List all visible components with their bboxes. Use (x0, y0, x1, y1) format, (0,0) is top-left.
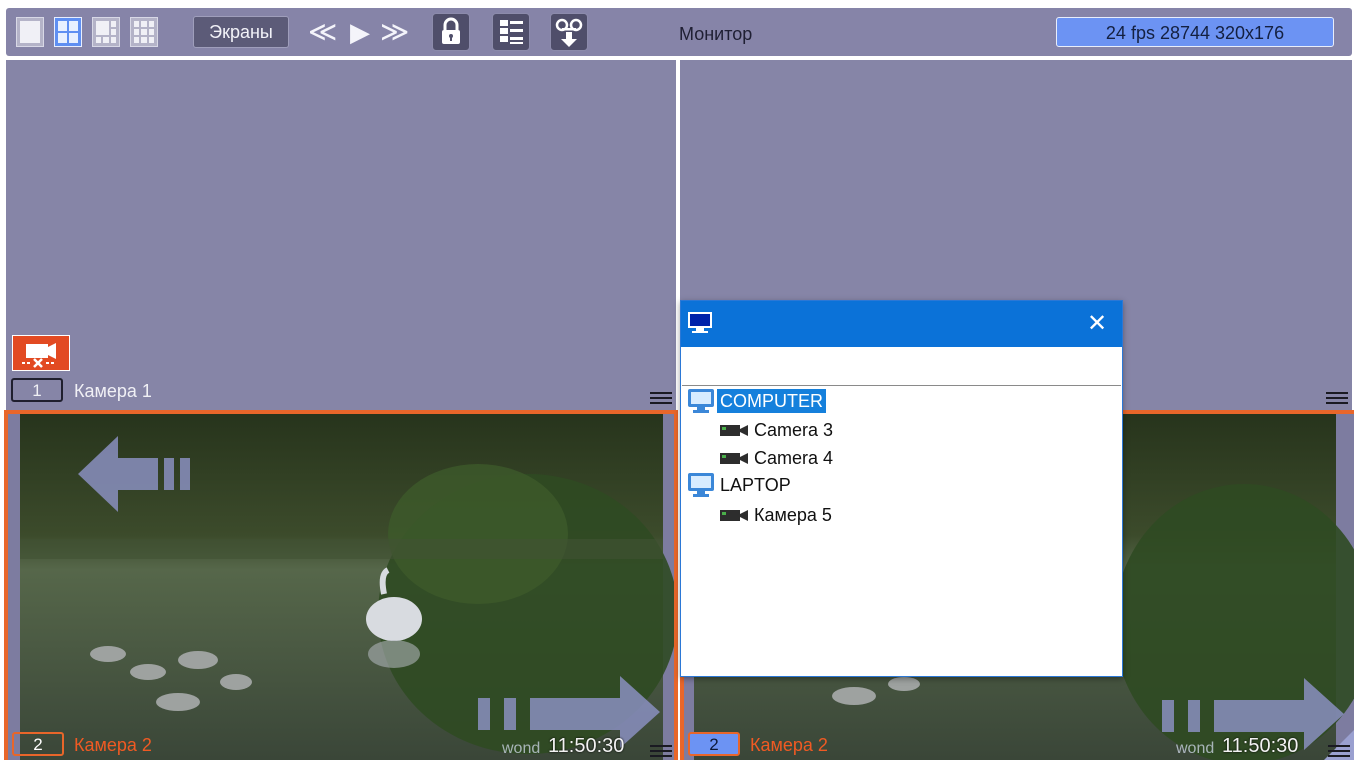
hamburger-menu-icon[interactable] (1328, 742, 1350, 760)
close-icon[interactable]: ✕ (1079, 307, 1115, 341)
camera-disconnected-icon (12, 335, 70, 371)
lock-icon (442, 17, 460, 44)
layout-1plus5-button[interactable] (92, 17, 120, 47)
camera-icon (720, 453, 748, 464)
camera-video-frame (8, 414, 674, 760)
camera-select-popup: ✕ COMPUTER Camera 3 Camera 4 LAPTOP Каме… (680, 300, 1123, 677)
monitor-title: Монитор (679, 24, 753, 44)
layout-2x2-button[interactable] (54, 17, 82, 47)
camera-name-label: Камера 2 (750, 735, 828, 755)
list-icon (500, 20, 523, 44)
lock-button[interactable] (432, 13, 470, 51)
tree-item-label: LAPTOP (720, 475, 791, 495)
grid-2x2-icon (55, 18, 81, 46)
layout-1x1-button[interactable] (16, 17, 44, 47)
grid-3x3-icon (131, 18, 157, 46)
events-list-button[interactable] (492, 13, 530, 51)
hamburger-menu-icon[interactable] (650, 389, 672, 407)
camera-icon (720, 510, 748, 521)
rewind-icon[interactable]: ≪ (308, 16, 337, 48)
camera-name-label: Камера 2 (74, 735, 152, 755)
tree-item-camera[interactable]: Camera 3 (719, 417, 836, 443)
camera-name-label: Камера 1 (74, 381, 152, 401)
video-tile-3[interactable]: 2 Камера 2 wond 11:50:30 (4, 410, 678, 760)
tree-item-computer[interactable]: COMPUTER (687, 388, 826, 414)
screens-button[interactable]: Экраны (193, 16, 289, 48)
tree-item-label: COMPUTER (717, 389, 826, 413)
layout-3x3-button[interactable] (130, 17, 158, 47)
tree-item-camera[interactable]: Camera 4 (719, 445, 836, 471)
tile-number-badge: 2 (688, 732, 740, 756)
popup-title-bar: ✕ (681, 301, 1122, 347)
single-view-icon (17, 18, 43, 46)
fps-status-display: 24 fps 28744 320x176 (1056, 17, 1334, 47)
monitor-toolbar: Экраны ≪ ▶ ≫ Монитор 24 fps 28744 320x17… (6, 8, 1352, 56)
hamburger-menu-icon[interactable] (650, 742, 672, 760)
tree-item-computer[interactable]: LAPTOP (687, 472, 794, 498)
tile-number-badge: 2 (12, 732, 64, 756)
watermark-text: wond (502, 740, 541, 757)
archive-download-button[interactable] (550, 13, 588, 51)
hamburger-menu-icon[interactable] (1326, 389, 1348, 407)
computer-icon (688, 389, 714, 413)
computer-icon (688, 473, 714, 497)
fast-forward-icon[interactable]: ≫ (380, 16, 409, 48)
video-timestamp: 11:50:30 (548, 735, 625, 757)
tree-item-label: Camera 3 (754, 420, 834, 440)
tape-download-icon (555, 18, 583, 47)
grid-1plus5-icon (93, 18, 119, 46)
watermark-text: wond (1176, 740, 1215, 757)
video-timestamp: 11:50:30 (1222, 735, 1299, 757)
camera-icon (720, 425, 748, 436)
monitor-icon (688, 312, 712, 333)
search-input[interactable] (682, 348, 1121, 386)
tree-item-label: Камера 5 (754, 505, 832, 525)
play-icon[interactable]: ▶ (350, 16, 370, 48)
tree-item-label: Camera 4 (754, 448, 834, 468)
video-tile-1[interactable]: 1 Камера 1 (6, 60, 676, 410)
tile-number-badge: 1 (11, 378, 63, 402)
tree-item-camera[interactable]: Камера 5 (719, 502, 835, 528)
